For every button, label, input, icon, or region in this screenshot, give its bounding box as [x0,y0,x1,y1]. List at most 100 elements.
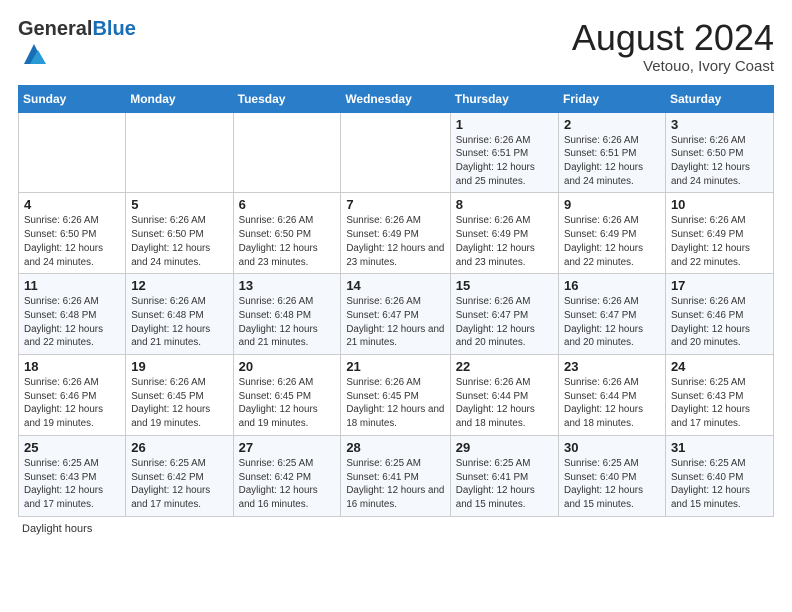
day-number: 4 [24,197,120,212]
month-title: August 2024 [572,18,774,58]
day-number: 9 [564,197,660,212]
calendar-cell: 8 Sunrise: 6:26 AM Sunset: 6:49 PM Daylig… [450,193,558,274]
calendar-cell: 25Sunrise: 6:25 AM Sunset: 6:43 PM Dayli… [19,435,126,516]
day-number: 14 [346,278,444,293]
day-info: Sunrise: 6:26 AM Sunset: 6:48 PM Dayligh… [239,295,336,350]
day-info: Sunrise: 6:26 AM Sunset: 6:49 PM Dayligh… [346,214,444,269]
calendar-cell: 11Sunrise: 6:26 AM Sunset: 6:48 PM Dayli… [19,274,126,355]
day-number: 27 [239,440,336,455]
day-number: 15 [456,278,553,293]
title-block: August 2024 Vetouo, Ivory Coast [572,18,774,75]
day-info: Sunrise: 6:26 AM Sunset: 6:46 PM Dayligh… [671,295,768,350]
calendar-cell: 26 Sunrise: 6:25 AM Sunset: 6:42 PM Dayli… [126,435,233,516]
calendar-cell: 10 Sunrise: 6:26 AM Sunset: 6:49 PM Dayli… [665,193,773,274]
day-number: 17 [671,278,768,293]
day-info: Sunrise: 6:26 AM Sunset: 6:44 PM Dayligh… [456,376,553,431]
footer-note: Daylight hours [18,523,774,535]
calendar-cell: 24 Sunrise: 6:25 AM Sunset: 6:43 PM Dayli… [665,355,773,436]
day-of-week-header: Wednesday [341,85,450,112]
day-number: 10 [671,197,768,212]
calendar-cell: 17 Sunrise: 6:26 AM Sunset: 6:46 PM Dayli… [665,274,773,355]
day-number: 28 [346,440,444,455]
day-number: 2 [564,117,660,132]
day-number: 16 [564,278,660,293]
day-info: Sunrise: 6:26 AM Sunset: 6:51 PM Dayligh… [564,134,660,189]
day-number: 3 [671,117,768,132]
day-info: Sunrise: 6:26 AM Sunset: 6:50 PM Dayligh… [131,214,227,269]
day-number: 13 [239,278,336,293]
day-number: 31 [671,440,768,455]
day-info: Sunrise: 6:26 AM Sunset: 6:50 PM Dayligh… [671,134,768,189]
day-info: Sunrise: 6:25 AM Sunset: 6:42 PM Dayligh… [131,457,227,512]
day-number: 1 [456,117,553,132]
day-info: Sunrise: 6:25 AM Sunset: 6:43 PM Dayligh… [671,376,768,431]
day-info: Sunrise: 6:26 AM Sunset: 6:46 PM Dayligh… [24,376,120,431]
calendar-cell: 9Sunrise: 6:26 AM Sunset: 6:49 PM Daylig… [559,193,666,274]
logo-icon [20,40,48,68]
day-info: Sunrise: 6:26 AM Sunset: 6:50 PM Dayligh… [24,214,120,269]
calendar-cell: 20 Sunrise: 6:26 AM Sunset: 6:45 PM Dayli… [233,355,341,436]
day-info: Sunrise: 6:25 AM Sunset: 6:41 PM Dayligh… [346,457,444,512]
day-of-week-header: Monday [126,85,233,112]
day-info: Sunrise: 6:25 AM Sunset: 6:40 PM Dayligh… [564,457,660,512]
day-number: 6 [239,197,336,212]
calendar-cell: 27 Sunrise: 6:25 AM Sunset: 6:42 PM Dayli… [233,435,341,516]
calendar-cell: 12Sunrise: 6:26 AM Sunset: 6:48 PM Dayli… [126,274,233,355]
day-info: Sunrise: 6:26 AM Sunset: 6:50 PM Dayligh… [239,214,336,269]
logo-blue-text: Blue [92,18,135,40]
page: GeneralBlue August 2024 Vetouo, Ivory Co… [0,0,792,545]
calendar-cell: 2 Sunrise: 6:26 AM Sunset: 6:51 PM Daylig… [559,112,666,193]
calendar-cell: 30 Sunrise: 6:25 AM Sunset: 6:40 PM Dayli… [559,435,666,516]
calendar-cell: 23Sunrise: 6:26 AM Sunset: 6:44 PM Dayli… [559,355,666,436]
calendar-cell: 1 Sunrise: 6:26 AM Sunset: 6:51 PM Daylig… [450,112,558,193]
day-number: 21 [346,359,444,374]
day-info: Sunrise: 6:26 AM Sunset: 6:47 PM Dayligh… [346,295,444,350]
calendar-cell: 18 Sunrise: 6:26 AM Sunset: 6:46 PM Dayli… [19,355,126,436]
day-number: 18 [24,359,120,374]
calendar-cell: 3 Sunrise: 6:26 AM Sunset: 6:50 PM Daylig… [665,112,773,193]
day-number: 29 [456,440,553,455]
logo-general-text: General [18,18,92,40]
day-info: Sunrise: 6:26 AM Sunset: 6:48 PM Dayligh… [24,295,120,350]
calendar-cell: 4 Sunrise: 6:26 AM Sunset: 6:50 PM Daylig… [19,193,126,274]
calendar-cell: 29 Sunrise: 6:25 AM Sunset: 6:41 PM Dayli… [450,435,558,516]
calendar-cell: 19 Sunrise: 6:26 AM Sunset: 6:45 PM Dayli… [126,355,233,436]
day-info: Sunrise: 6:25 AM Sunset: 6:41 PM Dayligh… [456,457,553,512]
day-of-week-header: Thursday [450,85,558,112]
calendar-cell [19,112,126,193]
day-number: 5 [131,197,227,212]
day-info: Sunrise: 6:25 AM Sunset: 6:42 PM Dayligh… [239,457,336,512]
day-info: Sunrise: 6:26 AM Sunset: 6:51 PM Dayligh… [456,134,553,189]
calendar-cell [341,112,450,193]
calendar-cell: 21Sunrise: 6:26 AM Sunset: 6:45 PM Dayli… [341,355,450,436]
calendar-week-row: 18 Sunrise: 6:26 AM Sunset: 6:46 PM Dayli… [19,355,774,436]
day-number: 24 [671,359,768,374]
calendar-week-row: 11Sunrise: 6:26 AM Sunset: 6:48 PM Dayli… [19,274,774,355]
day-info: Sunrise: 6:26 AM Sunset: 6:47 PM Dayligh… [456,295,553,350]
day-info: Sunrise: 6:26 AM Sunset: 6:47 PM Dayligh… [564,295,660,350]
calendar-cell: 31Sunrise: 6:25 AM Sunset: 6:40 PM Dayli… [665,435,773,516]
day-of-week-header: Sunday [19,85,126,112]
day-number: 7 [346,197,444,212]
day-info: Sunrise: 6:26 AM Sunset: 6:45 PM Dayligh… [239,376,336,431]
day-info: Sunrise: 6:26 AM Sunset: 6:49 PM Dayligh… [456,214,553,269]
day-number: 20 [239,359,336,374]
day-number: 26 [131,440,227,455]
day-number: 8 [456,197,553,212]
day-number: 22 [456,359,553,374]
calendar-cell: 15 Sunrise: 6:26 AM Sunset: 6:47 PM Dayli… [450,274,558,355]
day-of-week-header: Saturday [665,85,773,112]
calendar-week-row: 25Sunrise: 6:25 AM Sunset: 6:43 PM Dayli… [19,435,774,516]
day-number: 30 [564,440,660,455]
calendar-header-row: SundayMondayTuesdayWednesdayThursdayFrid… [19,85,774,112]
calendar-cell: 7 Sunrise: 6:26 AM Sunset: 6:49 PM Daylig… [341,193,450,274]
calendar-cell: 13 Sunrise: 6:26 AM Sunset: 6:48 PM Dayli… [233,274,341,355]
day-info: Sunrise: 6:25 AM Sunset: 6:43 PM Dayligh… [24,457,120,512]
day-of-week-header: Friday [559,85,666,112]
day-info: Sunrise: 6:26 AM Sunset: 6:45 PM Dayligh… [131,376,227,431]
day-info: Sunrise: 6:26 AM Sunset: 6:49 PM Dayligh… [671,214,768,269]
day-info: Sunrise: 6:26 AM Sunset: 6:48 PM Dayligh… [131,295,227,350]
header: GeneralBlue August 2024 Vetouo, Ivory Co… [18,18,774,75]
calendar-cell: 16 Sunrise: 6:26 AM Sunset: 6:47 PM Dayli… [559,274,666,355]
day-number: 19 [131,359,227,374]
